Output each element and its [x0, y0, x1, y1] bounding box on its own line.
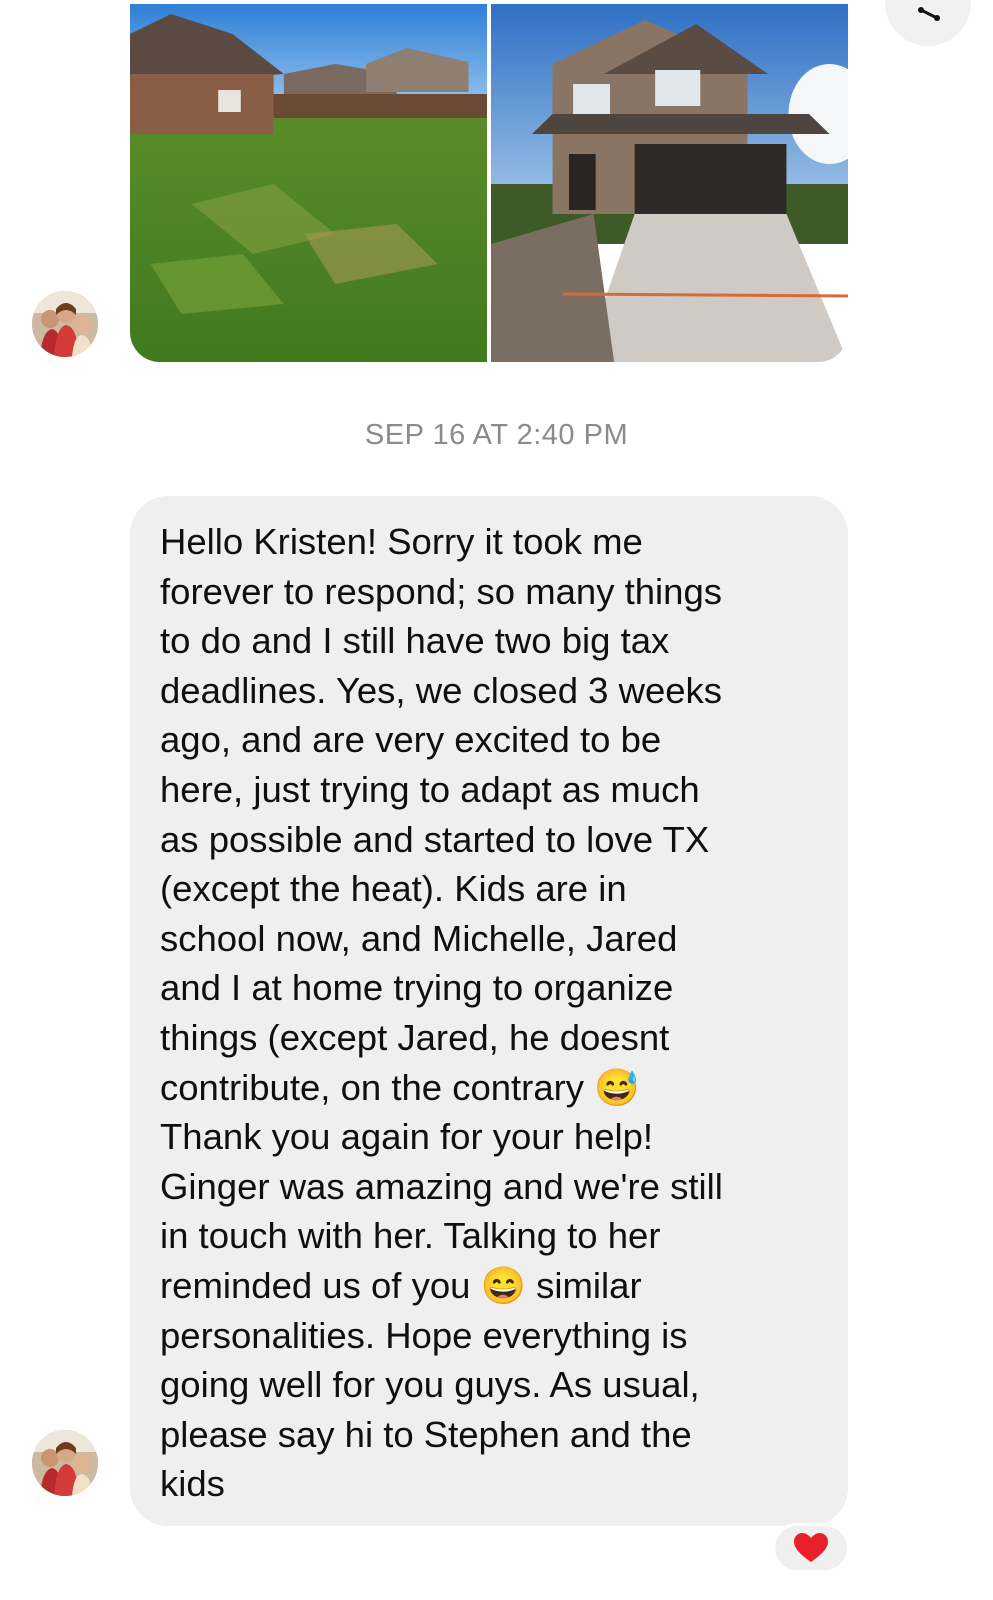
message-line: here, just trying to adapt as much [160, 768, 700, 810]
message-line: school now, and Michelle, Jared [160, 917, 678, 959]
message-text: Hello Kristen! Sorry it took me forever … [160, 517, 820, 1509]
message-line: reminded us of you 😄 similar [160, 1264, 642, 1306]
message-line: in touch with her. Talking to her [160, 1215, 661, 1257]
message-reaction[interactable] [772, 1523, 850, 1573]
photo-house[interactable] [491, 4, 848, 362]
photo-backyard[interactable] [130, 4, 487, 362]
message-line: Ginger was amazing and we're still [160, 1165, 723, 1207]
sender-avatar[interactable] [32, 1430, 98, 1496]
share-button[interactable] [885, 0, 971, 46]
message-bubble[interactable]: Hello Kristen! Sorry it took me forever … [130, 496, 848, 1526]
message-line: ago, and are very excited to be [160, 719, 662, 761]
house-front-photo [491, 4, 848, 362]
message-line: (except the heat). Kids are in [160, 868, 627, 910]
message-line: going well for you guys. As usual, [160, 1364, 700, 1406]
message-line: contribute, on the contrary 😅 [160, 1066, 640, 1108]
message-line: as possible and started to love TX [160, 818, 710, 860]
message-line: forever to respond; so many things [160, 570, 722, 612]
avatar-photo [32, 1430, 98, 1496]
message-line: kids [160, 1463, 225, 1505]
sender-avatar[interactable] [32, 291, 98, 357]
message-line: and I at home trying to organize [160, 967, 674, 1009]
message-line: personalities. Hope everything is [160, 1314, 688, 1356]
message-line: deadlines. Yes, we closed 3 weeks [160, 669, 723, 711]
heart-icon [794, 1533, 828, 1562]
message-line: to do and I still have two big tax [160, 620, 670, 662]
message-timestamp: SEP 16 AT 2:40 PM [364, 419, 629, 451]
message-line: Thank you again for your help! [160, 1116, 654, 1158]
avatar-photo [32, 291, 98, 357]
share-icon [918, 7, 940, 21]
photo-attachments [130, 4, 848, 362]
message-line: Hello Kristen! Sorry it took me [160, 521, 643, 562]
message-line: things (except Jared, he doesnt [160, 1016, 670, 1058]
message-line: please say hi to Stephen and the [160, 1413, 692, 1455]
backyard-lawn-photo [130, 4, 487, 362]
